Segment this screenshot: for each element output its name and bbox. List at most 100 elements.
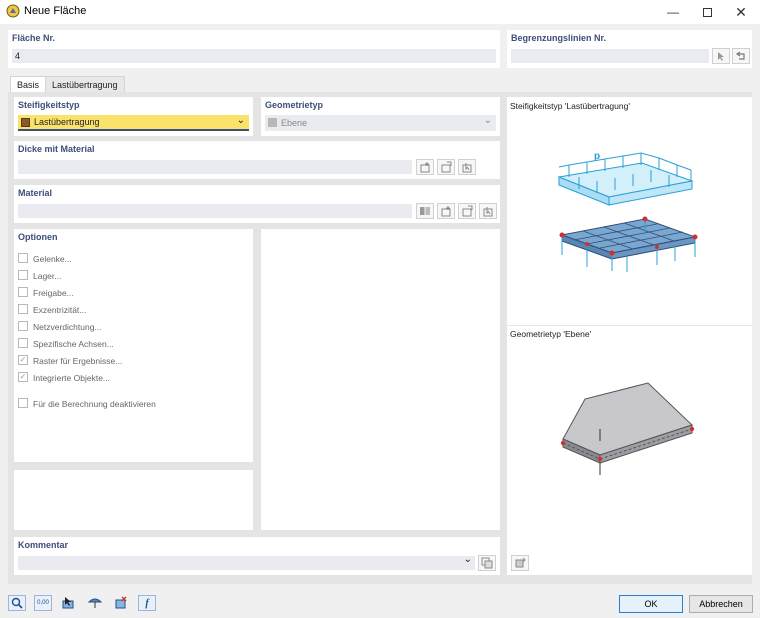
pick-lines-button[interactable] bbox=[712, 48, 730, 64]
formula-button[interactable]: f bbox=[138, 595, 156, 611]
options-extra-panel bbox=[14, 470, 253, 530]
option-label: Freigabe... bbox=[33, 288, 74, 298]
preview-panel: Steifigkeitstyp 'Lastübertragung' p Geom… bbox=[507, 97, 752, 575]
pick-cursor-icon bbox=[718, 52, 724, 61]
settings-icon bbox=[515, 557, 526, 568]
option-label: Raster für Ergebnisse... bbox=[33, 356, 123, 366]
ok-label: OK bbox=[644, 599, 658, 609]
comment-panel: Kommentar ⌄ bbox=[14, 537, 500, 575]
minimize-button[interactable]: — bbox=[656, 0, 690, 24]
ok-button[interactable]: OK bbox=[619, 595, 683, 613]
tab-basis[interactable]: Basis bbox=[10, 76, 47, 92]
load-symbol-label: p bbox=[594, 151, 600, 162]
display-properties-button[interactable] bbox=[86, 595, 104, 611]
area-no-panel: Fläche Nr. 4 bbox=[8, 30, 500, 68]
edit-icon bbox=[441, 161, 452, 173]
thickness-panel: Dicke mit Material bbox=[14, 141, 500, 179]
chevron-down-icon: ⌄ bbox=[463, 554, 472, 565]
comment-field[interactable]: ⌄ bbox=[18, 554, 475, 570]
stiffness-swatch bbox=[21, 118, 30, 127]
preview-divider bbox=[507, 325, 752, 326]
select-cursor-icon bbox=[62, 597, 74, 609]
geometry-panel: Geometrietyp Ebene ⌄ bbox=[261, 97, 500, 136]
stiffness-value: Lastübertragung bbox=[34, 117, 100, 127]
edit-thickness-button[interactable] bbox=[437, 159, 455, 175]
pick-icon bbox=[462, 163, 472, 173]
new-thickness-button[interactable] bbox=[416, 159, 434, 175]
load-transfer-illustration: p bbox=[557, 151, 698, 272]
stiffness-select[interactable]: Lastübertragung ⌄ bbox=[18, 115, 249, 131]
boundary-label: Begrenzungslinien Nr. bbox=[511, 33, 607, 43]
geometry-preview-title: Geometrietyp 'Ebene' bbox=[510, 329, 592, 339]
new-material-button[interactable] bbox=[437, 203, 455, 219]
maximize-button[interactable] bbox=[690, 0, 724, 24]
checkbox[interactable] bbox=[18, 270, 28, 280]
chevron-down-icon: ⌄ bbox=[483, 115, 492, 126]
option-label: Exzentrizität... bbox=[33, 305, 87, 315]
checkbox[interactable] bbox=[18, 321, 28, 331]
checkbox[interactable] bbox=[18, 338, 28, 348]
close-icon: ✕ bbox=[735, 3, 747, 20]
copy-icon bbox=[481, 557, 493, 569]
area-no-label: Fläche Nr. bbox=[12, 33, 56, 43]
checkbox[interactable] bbox=[18, 304, 28, 314]
chevron-down-icon: ⌄ bbox=[236, 115, 245, 126]
comment-copy-button[interactable] bbox=[478, 555, 496, 571]
boundary-panel: Begrenzungslinien Nr. bbox=[507, 30, 752, 68]
pick-icon bbox=[483, 207, 493, 217]
area-no-value: 4 bbox=[15, 51, 21, 61]
checkbox[interactable] bbox=[18, 398, 28, 408]
checkbox-checked[interactable]: ✓ bbox=[18, 355, 28, 365]
edit-icon bbox=[462, 205, 473, 217]
material-field[interactable] bbox=[18, 204, 412, 218]
maximize-icon bbox=[702, 7, 712, 17]
formula-icon: f bbox=[145, 597, 149, 609]
checkbox-checked[interactable]: ✓ bbox=[18, 372, 28, 382]
umbrella-icon bbox=[88, 598, 102, 608]
options-label: Optionen bbox=[18, 232, 58, 242]
select-in-graphics-button[interactable] bbox=[60, 595, 78, 611]
geometry-value: Ebene bbox=[281, 118, 308, 128]
option-label: Integrierte Objekte... bbox=[33, 373, 111, 383]
checkbox[interactable] bbox=[18, 287, 28, 297]
new-icon bbox=[420, 162, 430, 173]
cancel-button[interactable]: Abbrechen bbox=[689, 595, 753, 613]
plane-geometry-illustration bbox=[560, 382, 695, 475]
material-library-button[interactable] bbox=[416, 203, 434, 219]
tab-load-transfer-label: Lastübertragung bbox=[52, 80, 118, 90]
tab-load-transfer[interactable]: Lastübertragung bbox=[45, 76, 125, 92]
option-label: Gelenke... bbox=[33, 254, 72, 264]
tab-basis-label: Basis bbox=[17, 80, 40, 90]
close-button[interactable]: ✕ bbox=[724, 0, 758, 24]
thickness-label: Dicke mit Material bbox=[18, 144, 95, 154]
help-button[interactable] bbox=[8, 595, 26, 611]
window-title: Neue Fläche bbox=[24, 5, 87, 17]
reverse-button[interactable] bbox=[732, 48, 750, 64]
units-button[interactable]: 0,00 bbox=[34, 595, 52, 611]
comment-label: Kommentar bbox=[18, 540, 69, 550]
new-icon bbox=[441, 206, 451, 217]
thickness-field[interactable] bbox=[18, 160, 412, 174]
cancel-label: Abbrechen bbox=[699, 599, 743, 609]
geometry-select[interactable]: Ebene ⌄ bbox=[265, 115, 496, 131]
option-label: Netzverdichtung... bbox=[33, 322, 102, 332]
stiffness-preview-title: Steifigkeitstyp 'Lastübertragung' bbox=[510, 101, 630, 111]
geometry-swatch bbox=[268, 118, 277, 127]
title-bar: Neue Fläche — ✕ bbox=[0, 0, 760, 24]
select-thickness-button[interactable] bbox=[458, 159, 476, 175]
preview-options-button[interactable] bbox=[511, 555, 529, 571]
delete-selection-button[interactable] bbox=[112, 595, 130, 611]
option-label: Spezifische Achsen... bbox=[33, 339, 114, 349]
book-icon bbox=[420, 207, 430, 215]
magnifier-icon bbox=[11, 597, 23, 609]
app-icon bbox=[6, 4, 20, 18]
stiffness-panel: Steifigkeitstyp Lastübertragung ⌄ bbox=[14, 97, 253, 136]
boundary-field[interactable] bbox=[511, 49, 709, 63]
select-material-button[interactable] bbox=[479, 203, 497, 219]
material-panel: Material bbox=[14, 185, 500, 223]
edit-material-button[interactable] bbox=[458, 203, 476, 219]
options-panel: Optionen Gelenke... Lager... Freigabe...… bbox=[14, 229, 253, 462]
area-no-field[interactable]: 4 bbox=[12, 49, 496, 63]
checkbox[interactable] bbox=[18, 253, 28, 263]
delete-icon bbox=[115, 596, 127, 609]
